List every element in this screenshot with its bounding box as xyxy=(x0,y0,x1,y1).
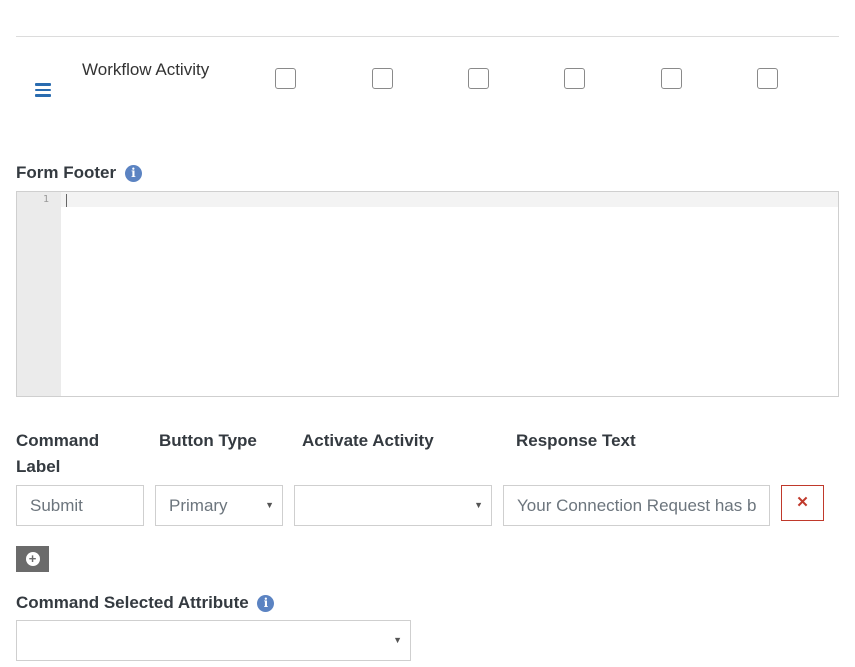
button-type-header: Button Type xyxy=(159,431,257,450)
workflow-checkbox-4[interactable] xyxy=(564,68,585,89)
section-divider xyxy=(16,36,839,37)
info-icon[interactable]: i xyxy=(124,165,142,182)
command-selected-attribute-label: Command Selected Attribute xyxy=(16,593,249,612)
chevron-down-icon: ▼ xyxy=(393,635,402,645)
activate-activity-select[interactable]: ▼ xyxy=(294,485,492,526)
remove-command-button[interactable]: ✕ xyxy=(781,485,824,521)
command-label-header: Command Label xyxy=(16,431,100,476)
editor-gutter: 1 xyxy=(17,192,61,396)
editor-active-line xyxy=(61,192,838,207)
command-label-input[interactable]: Submit xyxy=(16,485,144,526)
button-type-select[interactable]: Primary ▼ xyxy=(155,485,283,526)
drag-handle-icon[interactable] xyxy=(35,83,51,97)
info-icon[interactable]: i xyxy=(257,595,275,612)
workflow-checkbox-2[interactable] xyxy=(372,68,393,89)
workflow-checkbox-3[interactable] xyxy=(468,68,489,89)
response-text-header: Response Text xyxy=(516,431,636,450)
response-text-input[interactable]: Your Connection Request has b xyxy=(503,485,770,526)
activate-activity-header: Activate Activity xyxy=(302,431,434,450)
command-selected-attribute-select[interactable]: ▼ xyxy=(16,620,411,661)
command-selected-attribute-heading: Command Selected Attribute i xyxy=(16,593,275,613)
chevron-down-icon: ▼ xyxy=(265,500,274,510)
plus-circle-icon: + xyxy=(25,552,40,566)
workflow-activity-label: Workflow Activity xyxy=(82,60,210,79)
workflow-checkbox-1[interactable] xyxy=(275,68,296,89)
form-footer-label: Form Footer xyxy=(16,163,117,182)
chevron-down-icon: ▼ xyxy=(474,500,483,510)
form-footer-heading: Form Footer i xyxy=(16,163,142,183)
workflow-checkbox-6[interactable] xyxy=(757,68,778,89)
close-icon: ✕ xyxy=(796,494,809,511)
workflow-checkbox-5[interactable] xyxy=(661,68,682,89)
form-footer-code-editor[interactable]: 1 xyxy=(16,191,839,397)
editor-line-number: 1 xyxy=(42,194,49,205)
editor-caret xyxy=(66,194,67,207)
add-command-button[interactable]: + xyxy=(16,546,49,572)
